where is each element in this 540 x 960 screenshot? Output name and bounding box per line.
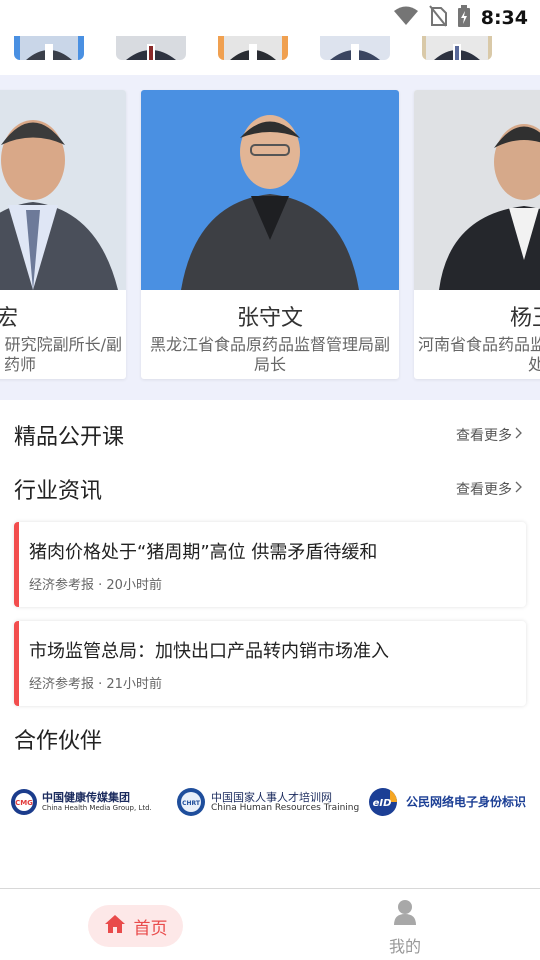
svg-text:CHRT: CHRT: [182, 800, 201, 807]
battery-charging-icon: [457, 5, 471, 31]
news-meta: 经济参考报 · 21小时前: [29, 677, 162, 692]
expert-title-line: 河南省食品药品监: [418, 335, 540, 354]
partner-name: 中国健康传媒集团: [42, 790, 130, 804]
tab-home[interactable]: 首页: [88, 905, 183, 947]
expert-photo: [141, 90, 399, 290]
partner-text: 中国健康传媒集团 China Health Media Group, Ltd.: [42, 790, 152, 813]
news-section-title: 行业资讯: [14, 479, 103, 504]
news-card[interactable]: 市场监管总局：加快出口产品转内销市场准入 经济参考报 · 21小时前: [14, 621, 526, 706]
expert-photo: [0, 90, 126, 290]
news-card[interactable]: 猪肉价格处于“猪周期”高位 供需矛盾待缓和 经济参考报 · 20小时前: [14, 522, 526, 607]
partners-section-title: 合作伙伴: [14, 729, 103, 754]
chevron-right-icon: [514, 427, 522, 443]
partner-name: 公民网络电子身份标识: [406, 795, 527, 809]
partner-sub: China Health Media Group, Ltd.: [42, 803, 152, 812]
wifi-icon: [393, 6, 419, 30]
strip-avatar[interactable]: [116, 36, 186, 60]
svg-text:eID: eID: [373, 798, 392, 809]
chevron-right-icon: [514, 481, 522, 497]
bottom-tab-bar: 首页 我的: [0, 888, 540, 960]
tab-mine-label: 我的: [388, 937, 421, 956]
expert-card[interactable]: 杨王 河南省食品药品监 处: [414, 90, 540, 379]
status-icons: 8:34: [393, 5, 528, 31]
svg-text:CMG: CMG: [15, 799, 33, 807]
expert-title: 河南省食品药品监 处: [414, 335, 540, 375]
courses-section-header: 精品公开课 查看更多: [14, 420, 522, 450]
partner-logo[interactable]: eID 公民网络电子身份标识: [368, 786, 526, 818]
partner-name: 中国国家人事人才培训网: [211, 790, 332, 804]
status-time: 8:34: [480, 7, 528, 29]
expert-name: 张守文: [236, 306, 303, 331]
more-link-label: 查看更多: [456, 482, 512, 498]
user-icon: [393, 899, 417, 929]
news-accent-bar: [14, 522, 19, 607]
partners-row: CMG 中国健康传媒集团 China Health Media Group, L…: [0, 780, 540, 824]
no-sim-icon: [428, 5, 447, 31]
expert-title-line: 药师: [4, 355, 37, 374]
tab-mine[interactable]: 我的: [370, 899, 440, 956]
courses-section-title: 精品公开课: [14, 425, 125, 450]
news-title: 市场监管总局：加快出口产品转内销市场准入: [29, 641, 389, 662]
expert-title-line: 局长: [253, 355, 286, 374]
news-meta: 经济参考报 · 20小时前: [29, 578, 162, 593]
expert-card[interactable]: 张守文 黑龙江省食品原药品监督管理局副 局长: [141, 90, 399, 379]
news-section-header: 行业资讯 查看更多: [14, 474, 522, 504]
courses-more-link[interactable]: 查看更多: [456, 425, 522, 445]
expert-title: 研究院副所长/副 药师: [0, 335, 126, 375]
home-icon: [104, 914, 126, 938]
expert-card[interactable]: 宏 研究院副所长/副 药师: [0, 90, 126, 379]
partner-logo[interactable]: CHRT 中国国家人事人才培训网 China Human Resources T…: [175, 786, 359, 818]
news-title: 猪肉价格处于“猪周期”高位 供需矛盾待缓和: [29, 542, 378, 563]
partners-section-header: 合作伙伴: [14, 724, 522, 754]
expert-title-line: 黑龙江省食品原药品监督管理局副: [149, 335, 390, 354]
partner-text: 中国国家人事人才培训网 China Human Resources Traini…: [211, 790, 360, 813]
expert-name: 宏: [0, 306, 18, 331]
expert-photo: [414, 90, 540, 290]
expert-carousel[interactable]: 宏 研究院副所长/副 药师 张守文 黑龙江省食品原药品监督管理局副 局长 杨 河…: [0, 75, 540, 400]
expert-title-line: 研究院副所长/副: [4, 335, 122, 354]
expert-name: 杨王: [510, 306, 540, 331]
strip-avatar[interactable]: [422, 36, 492, 60]
strip-avatar[interactable]: [218, 36, 288, 60]
eid-logo-icon: eID: [369, 788, 397, 816]
partner-logo[interactable]: CMG 中国健康传媒集团 China Health Media Group, L…: [10, 786, 152, 818]
avatar-strip[interactable]: [0, 36, 540, 66]
strip-avatar[interactable]: [14, 36, 84, 60]
partner-sub: China Human Resources Training: [211, 802, 360, 813]
status-bar: 8:34: [0, 0, 540, 36]
expert-title-line: 处: [528, 355, 540, 374]
news-more-link[interactable]: 查看更多: [456, 479, 522, 499]
chrt-logo-icon: CHRT: [177, 788, 205, 816]
strip-avatar[interactable]: [320, 36, 390, 60]
more-link-label: 查看更多: [456, 428, 512, 444]
news-accent-bar: [14, 621, 19, 706]
cmg-logo-icon: CMG: [11, 789, 37, 815]
tab-home-label: 首页: [133, 918, 168, 939]
expert-title: 黑龙江省食品原药品监督管理局副 局长: [141, 335, 399, 375]
